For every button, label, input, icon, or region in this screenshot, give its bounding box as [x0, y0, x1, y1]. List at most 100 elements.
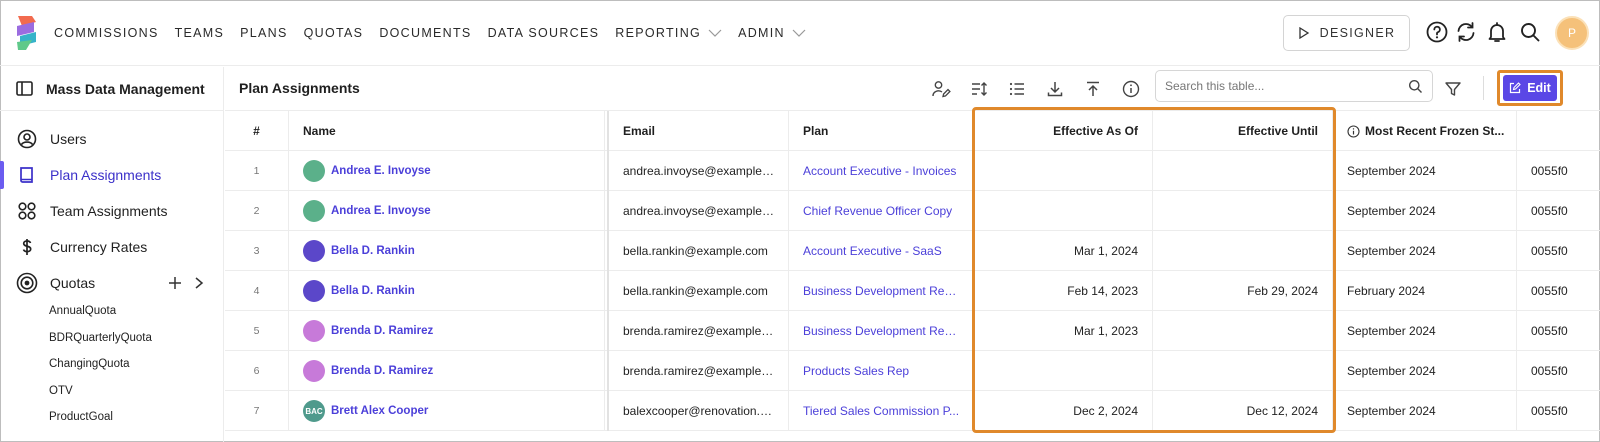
sidebar-item-quotas[interactable]: Quotas	[0, 265, 224, 301]
plan-link[interactable]: Business Development Rep...	[803, 284, 960, 298]
quota-item[interactable]: OTV	[49, 385, 73, 397]
id-cell: 0055f0	[1531, 404, 1568, 418]
effective-as-of-cell[interactable]	[975, 191, 1153, 231]
nav-item-data-sources[interactable]: DATA SOURCES	[488, 26, 600, 40]
effective-as-of-cell[interactable]	[975, 151, 1153, 191]
user-avatar[interactable]: P	[1555, 16, 1589, 50]
table-row[interactable]: 6 Brenda D. Ramirez brenda.ramirez@example…	[225, 351, 1600, 391]
upload-icon[interactable]	[1083, 79, 1103, 99]
info-icon[interactable]	[1121, 79, 1141, 99]
frozen-statement-cell: September 2024	[1333, 391, 1517, 431]
effective-until-cell[interactable]	[1153, 151, 1333, 191]
nav-item-quotas[interactable]: QUOTAS	[304, 26, 364, 40]
search-icon[interactable]	[1518, 20, 1542, 44]
plan-cell: Business Development Rep...	[789, 311, 975, 351]
effective-as-of-cell[interactable]	[975, 351, 1153, 391]
table-row[interactable]: 3 Bella D. Rankin bella.rankin@example.com…	[225, 231, 1600, 271]
filter-icon[interactable]	[1443, 79, 1463, 99]
effective-until-cell[interactable]: Feb 29, 2024	[1153, 271, 1333, 311]
nav-item-reporting[interactable]: REPORTING	[615, 26, 722, 40]
effective-as-of-cell[interactable]: Feb 14, 2023	[975, 271, 1153, 311]
nav-item-label: REPORTING	[615, 26, 702, 40]
effective-until-cell[interactable]: Dec 12, 2024	[1153, 391, 1333, 431]
effective-until-cell[interactable]	[1153, 311, 1333, 351]
edit-button[interactable]: Edit	[1503, 75, 1557, 101]
plan-link[interactable]: Products Sales Rep	[803, 364, 909, 378]
id-cell: 0055f0	[1531, 164, 1568, 178]
bell-icon[interactable]	[1485, 20, 1509, 44]
plan-link[interactable]: Tiered Sales Commission P...	[803, 404, 959, 418]
column-header-id[interactable]	[1517, 111, 1600, 151]
plan-link[interactable]: Business Development Rep...	[803, 324, 960, 338]
effective-until-cell[interactable]	[1153, 351, 1333, 391]
plan-cell: Business Development Rep...	[789, 271, 975, 311]
nav-item-documents[interactable]: DOCUMENTS	[379, 26, 471, 40]
column-header-number[interactable]: #	[225, 111, 289, 151]
user-name-link[interactable]: Andrea E. Invoyse	[331, 165, 431, 177]
edit-label: Edit	[1527, 81, 1551, 95]
edit-user-icon[interactable]	[931, 79, 951, 99]
quota-item[interactable]: BDRQuarterlyQuota	[49, 332, 152, 344]
quota-item[interactable]: ChangingQuota	[49, 358, 130, 370]
sort-icon[interactable]	[969, 79, 989, 99]
chevron-right-icon[interactable]	[194, 276, 204, 290]
effective-as-of-cell[interactable]: Dec 2, 2024	[975, 391, 1153, 431]
add-quota-icon[interactable]	[168, 276, 182, 290]
plan-link[interactable]: Chief Revenue Officer Copy	[803, 204, 952, 218]
sidebar-item-users[interactable]: Users	[0, 121, 224, 157]
frozen-statement-cell: September 2024	[1333, 311, 1517, 351]
id-cell: 0055f0	[1531, 284, 1568, 298]
plan-link[interactable]: Account Executive - Invoices	[803, 164, 956, 178]
quota-item[interactable]: ProductGoal	[49, 411, 113, 423]
sidebar-item-team-assignments[interactable]: Team Assignments	[0, 193, 224, 229]
edit-icon	[1510, 82, 1521, 94]
designer-button[interactable]: DESIGNER	[1283, 15, 1410, 51]
help-icon[interactable]	[1425, 20, 1449, 44]
user-name-link[interactable]: Brett Alex Cooper	[331, 405, 428, 417]
nav-item-commissions[interactable]: COMMISSIONS	[54, 26, 159, 40]
app-logo-icon[interactable]	[14, 14, 40, 52]
nav-item-admin[interactable]: ADMIN	[738, 26, 806, 40]
row-number: 3	[225, 231, 289, 271]
user-name-link[interactable]: Andrea E. Invoyse	[331, 205, 431, 217]
user-name-link[interactable]: Brenda D. Ramirez	[331, 365, 433, 377]
table-row[interactable]: 1 Andrea E. Invoyse andrea.invoyse@example…	[225, 151, 1600, 191]
user-name-link[interactable]: Brenda D. Ramirez	[331, 325, 433, 337]
sidebar-title: Mass Data Management	[46, 80, 205, 97]
column-header-email[interactable]: Email	[607, 111, 789, 151]
column-header-effective-until[interactable]: Effective Until	[1153, 111, 1333, 151]
sidebar-panel-icon[interactable]	[16, 81, 33, 96]
sidebar-item-label: Team Assignments	[50, 203, 168, 219]
sidebar-item-plan-assignments[interactable]: Plan Assignments	[0, 157, 224, 193]
effective-until-cell[interactable]	[1153, 191, 1333, 231]
user-name-link[interactable]: Bella D. Rankin	[331, 285, 415, 297]
list-icon[interactable]	[1007, 79, 1027, 99]
column-header-frozen[interactable]: Most Recent Frozen St...	[1333, 111, 1517, 151]
column-header-effective-as-of[interactable]: Effective As Of	[975, 111, 1153, 151]
column-header-plan[interactable]: Plan	[789, 111, 975, 151]
avatar	[303, 360, 325, 382]
name-cell: BAC Brett Alex Cooper	[289, 391, 605, 431]
effective-as-of-cell[interactable]: Mar 1, 2023	[975, 311, 1153, 351]
search-input[interactable]	[1165, 79, 1400, 93]
table-search[interactable]	[1155, 70, 1433, 102]
effective-as-of-cell[interactable]: Mar 1, 2024	[975, 231, 1153, 271]
nav-item-teams[interactable]: TEAMS	[175, 26, 225, 40]
nav-item-label: QUOTAS	[303, 26, 364, 40]
user-name-link[interactable]: Bella D. Rankin	[331, 245, 415, 257]
column-header-name[interactable]: Name	[289, 111, 605, 151]
effective-until-cell[interactable]	[1153, 231, 1333, 271]
sidebar-item-currency-rates[interactable]: Currency Rates	[0, 229, 224, 265]
refresh-icon[interactable]	[1454, 20, 1478, 44]
info-icon	[1347, 124, 1360, 138]
table-row[interactable]: 5 Brenda D. Ramirez brenda.ramirez@example…	[225, 311, 1600, 351]
quota-item[interactable]: AnnualQuota	[49, 305, 116, 317]
table-row[interactable]: 4 Bella D. Rankin bella.rankin@example.com…	[225, 271, 1600, 311]
download-icon[interactable]	[1045, 79, 1065, 99]
table-row[interactable]: 2 Andrea E. Invoyse andrea.invoyse@example…	[225, 191, 1600, 231]
nav-item-plans[interactable]: PLANS	[240, 26, 288, 40]
plan-link[interactable]: Account Executive - SaaS	[803, 244, 942, 258]
name-cell: Brenda D. Ramirez	[289, 311, 605, 351]
table-row[interactable]: 7 BAC Brett Alex Cooper balexcooper@renovat…	[225, 391, 1600, 431]
sidebar: Mass Data Management Users Plan Assignme…	[0, 67, 224, 442]
